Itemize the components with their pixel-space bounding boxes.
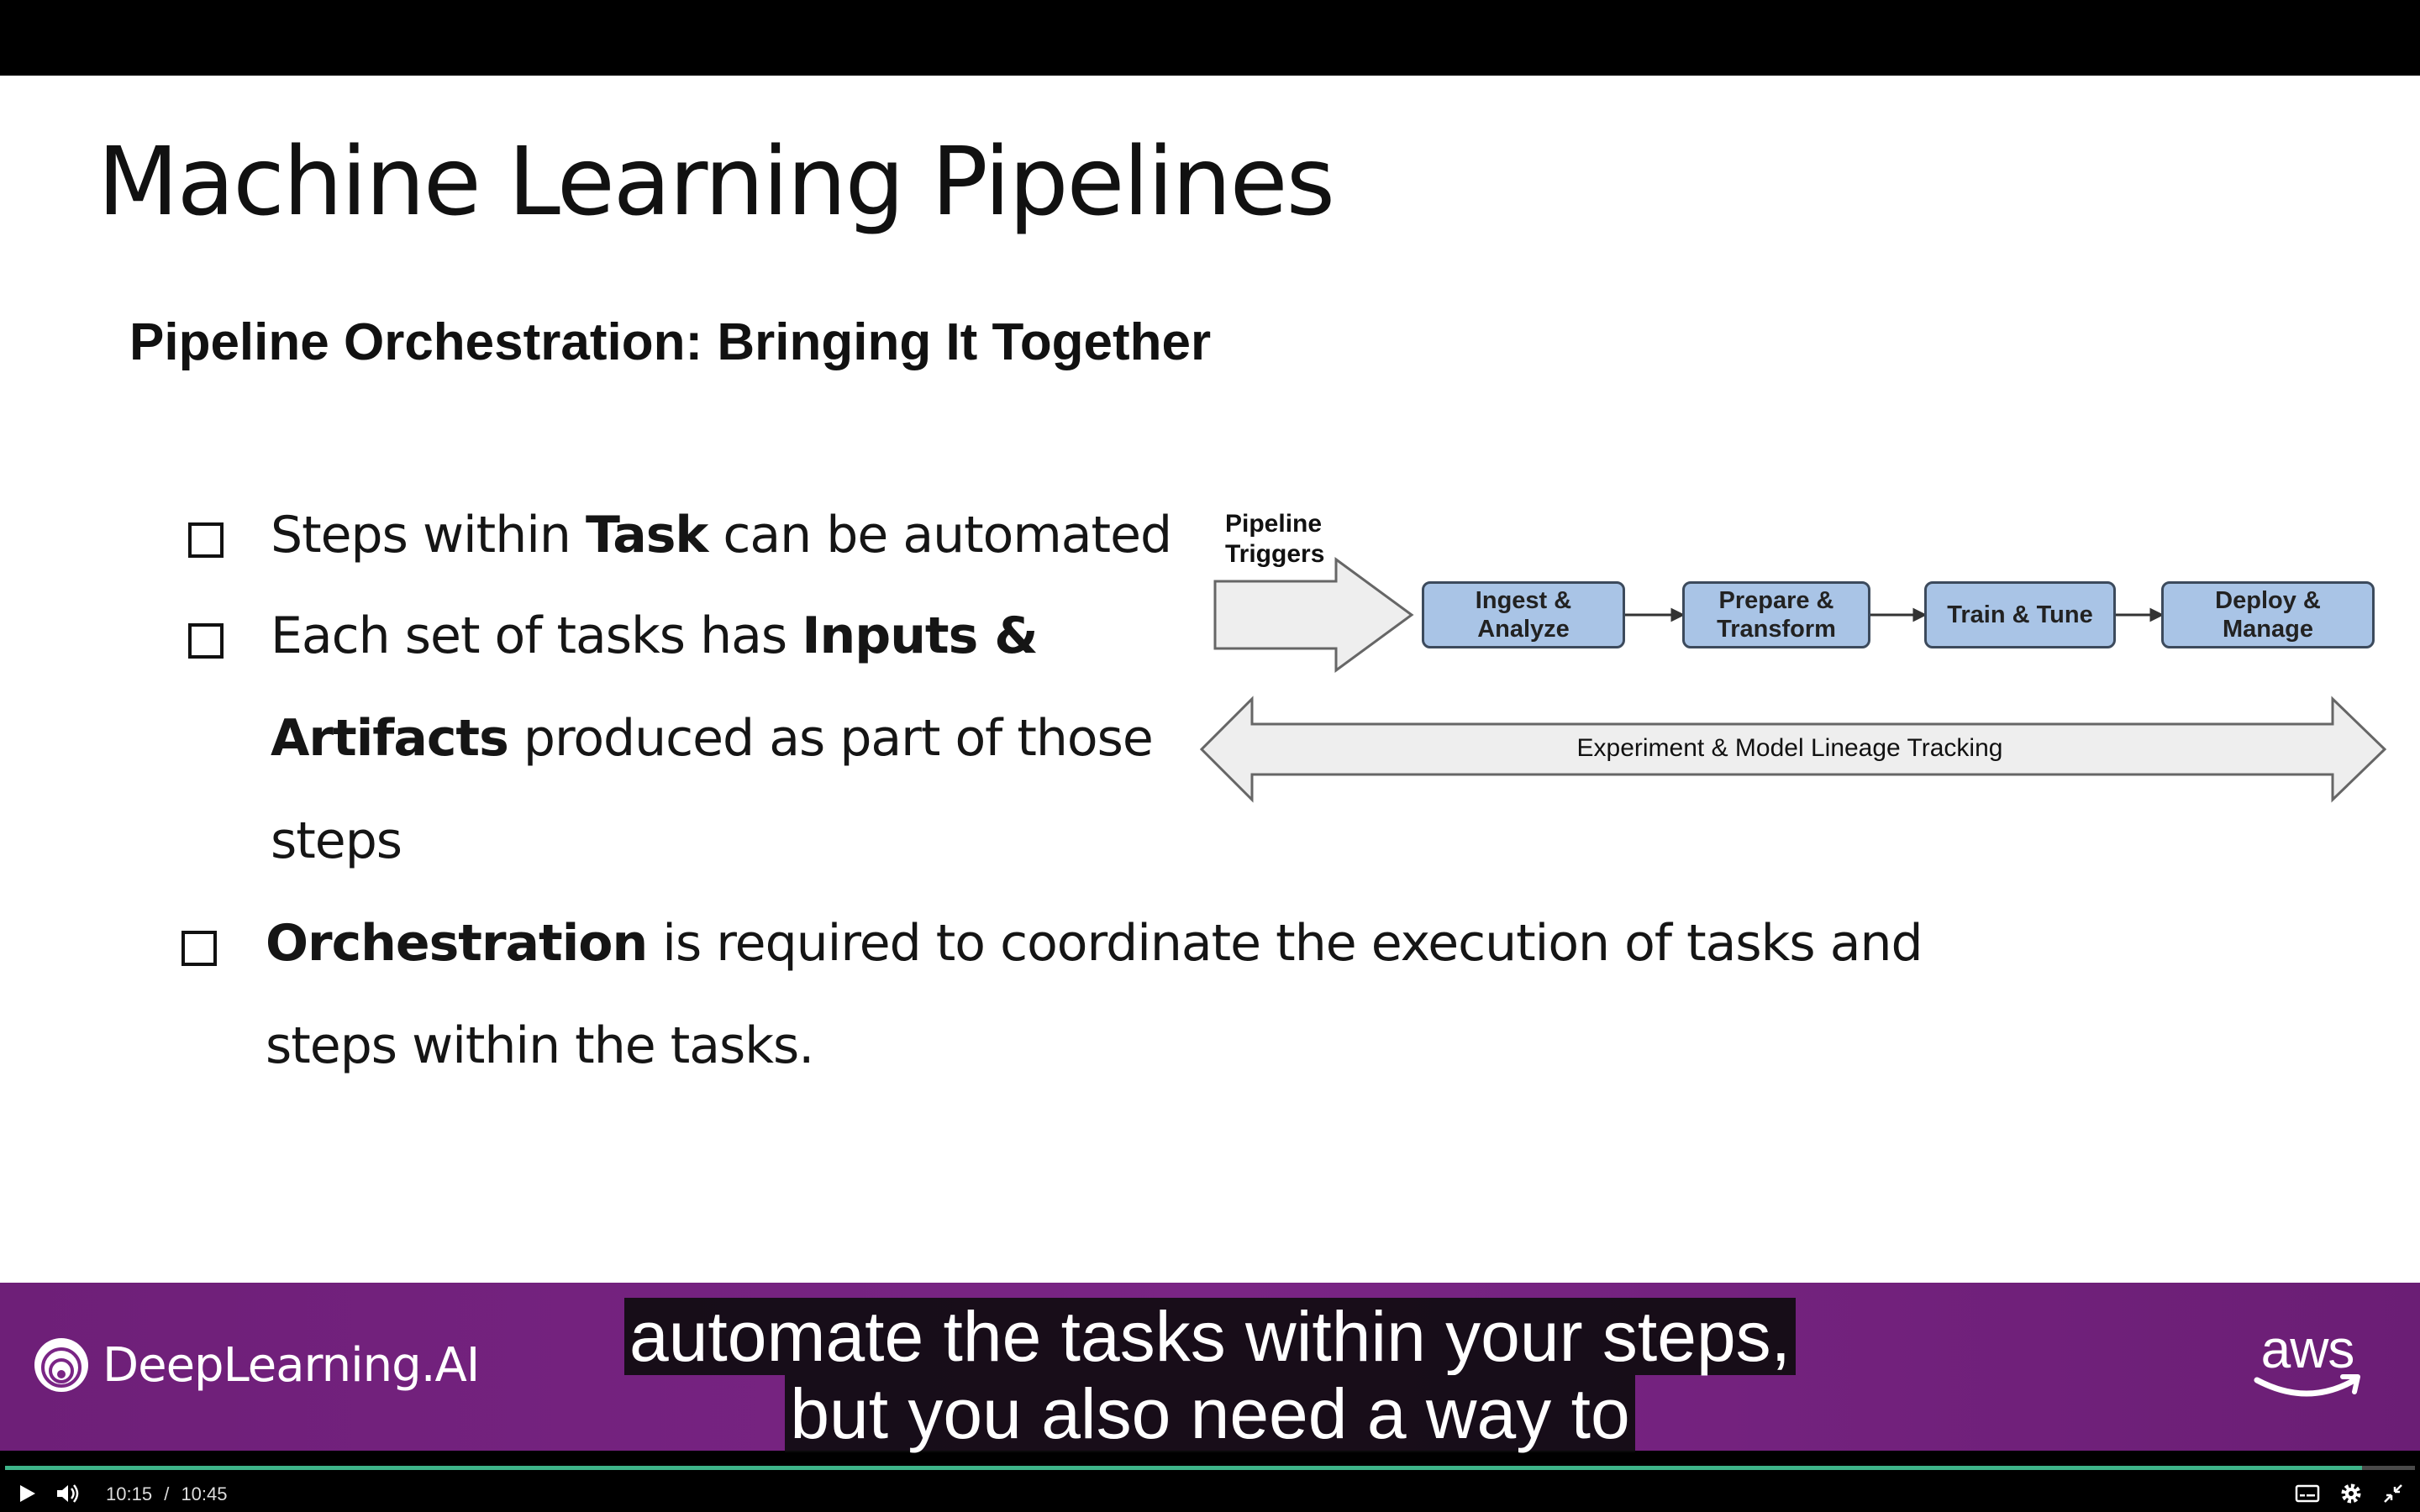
step-prepare-transform: Prepare & Transform — [1682, 581, 1870, 648]
settings-gear-icon[interactable] — [2336, 1478, 2366, 1509]
time-display: 10:15 / 10:45 — [106, 1483, 228, 1505]
play-icon[interactable] — [12, 1478, 42, 1509]
time-separator: / — [164, 1483, 170, 1504]
player-controls: 10:15 / 10:45 — [0, 1472, 2420, 1512]
duration: 10:45 — [181, 1483, 228, 1504]
volume-icon[interactable] — [52, 1478, 82, 1509]
step-train-tune: Train & Tune — [1924, 581, 2116, 648]
pipeline-triggers-label: Pipeline Triggers — [1225, 510, 1325, 568]
captions-icon[interactable] — [2292, 1478, 2323, 1509]
seek-bar-progress — [5, 1466, 2362, 1470]
video-player[interactable]: Machine Learning Pipelines Pipeline Orch… — [0, 0, 2420, 1512]
step-deploy-manage: Deploy & Manage — [2161, 581, 2375, 648]
caption-line-2: but you also need a way to — [785, 1375, 1635, 1452]
caption-line-1: automate the tasks within your steps, — [623, 1298, 1797, 1375]
lineage-tracking-label: Experiment & Model Lineage Tracking — [1576, 734, 2003, 762]
step-ingest-analyze: Ingest & Analyze — [1422, 581, 1625, 648]
trigger-arrow-shape — [1213, 557, 1414, 673]
current-time: 10:15 — [106, 1483, 153, 1504]
seek-bar[interactable] — [5, 1466, 2415, 1470]
exit-fullscreen-icon[interactable] — [2378, 1478, 2408, 1509]
